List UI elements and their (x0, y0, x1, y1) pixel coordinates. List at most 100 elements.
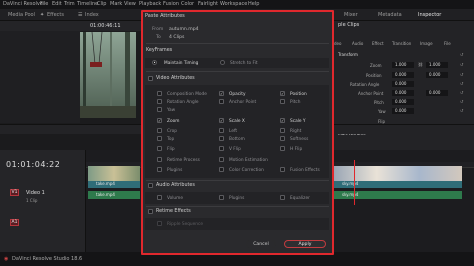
tab-video[interactable]: deo (334, 41, 341, 46)
menu-mark[interactable]: Mark (110, 0, 122, 9)
ripple-sequence-checkbox[interactable] (157, 221, 162, 226)
v-flip-checkbox[interactable] (219, 146, 224, 151)
composition-mode-checkbox[interactable] (157, 91, 162, 96)
tab-image[interactable]: Image (420, 41, 433, 46)
tab-audio[interactable]: Audio (352, 41, 363, 46)
audio-attributes-checkbox[interactable] (148, 183, 153, 188)
equalizer-checkbox[interactable] (280, 195, 285, 200)
apply-button[interactable]: Apply (284, 240, 326, 248)
yaw-checkbox[interactable] (157, 107, 162, 112)
link-icon[interactable]: ⛓ (418, 62, 423, 67)
menu-edit[interactable]: Edit (52, 0, 62, 9)
retime-process-checkbox[interactable] (157, 157, 162, 162)
zoom-checkbox[interactable]: ✓ (157, 118, 162, 123)
flip-checkbox[interactable] (157, 146, 162, 151)
softness-checkbox[interactable] (280, 136, 285, 141)
volume-checkbox[interactable] (157, 195, 162, 200)
stretch-to-fit-label: Stretch to Fit (230, 61, 258, 66)
composition-mode-label: Composition Mode (167, 92, 207, 97)
audio-plugins-checkbox[interactable] (219, 195, 224, 200)
media-pool-button[interactable]: Media Pool (8, 9, 35, 21)
playhead[interactable] (354, 160, 355, 205)
crop-checkbox[interactable] (157, 128, 162, 133)
stretch-to-fit-radio[interactable] (220, 60, 225, 65)
reset-rotation-icon[interactable]: ↺ (460, 81, 463, 86)
menu-bar: DaVinci Resolve File Edit Trim Timeline … (0, 0, 474, 9)
index-button[interactable]: Index (85, 9, 99, 21)
reset-pitch-icon[interactable]: ↺ (460, 99, 463, 104)
opacity-checkbox[interactable]: ✓ (219, 91, 224, 96)
color-correction-checkbox[interactable] (219, 167, 224, 172)
anchor-point-label: Anchor Point (229, 100, 257, 105)
menu-workspace[interactable]: Workspace (220, 0, 247, 9)
audio-clip-left[interactable]: take.mp4 (88, 191, 140, 199)
dialog-title: Paste Attributes (145, 13, 185, 19)
clip-thumbnail (88, 166, 140, 181)
rotation-label: Rotation Angle (350, 82, 380, 87)
inspector-button[interactable]: Inspector (418, 9, 441, 21)
h-flip-checkbox[interactable] (280, 146, 285, 151)
right-checkbox[interactable] (280, 128, 285, 133)
zoom-x-field[interactable]: 1.000 (392, 62, 414, 68)
metadata-button[interactable]: Metadata (378, 9, 402, 21)
rotation-angle-checkbox[interactable] (157, 99, 162, 104)
reset-zoom-icon[interactable]: ↺ (460, 62, 463, 67)
video-clip-left[interactable]: take.mp4 (88, 166, 140, 188)
reset-position-icon[interactable]: ↺ (460, 72, 463, 77)
viewer-frame-image (80, 32, 136, 118)
tab-file[interactable]: File (444, 41, 451, 46)
effects-button[interactable]: Effects (47, 9, 64, 21)
reset-yaw-icon[interactable]: ↺ (460, 108, 463, 113)
pitch-checkbox[interactable] (280, 99, 285, 104)
motion-estimation-checkbox[interactable] (219, 157, 224, 162)
bottom-checkbox[interactable] (219, 136, 224, 141)
from-label: From (152, 27, 164, 32)
scale-x-label: Scale X (229, 119, 245, 124)
video-viewer[interactable] (80, 32, 136, 118)
position-y-field[interactable]: 0.000 (426, 72, 448, 78)
menu-color[interactable]: Color (181, 0, 194, 9)
left-checkbox[interactable] (219, 128, 224, 133)
reset-anchor-icon[interactable]: ↺ (460, 90, 463, 95)
yaw-field[interactable]: 0.000 (392, 108, 414, 114)
transform-section[interactable]: Transform (338, 52, 358, 57)
menu-help[interactable]: Help (248, 0, 259, 9)
anchor-y-field[interactable]: 0.000 (426, 90, 448, 96)
tab-transition[interactable]: Transition (392, 41, 411, 46)
menu-app[interactable]: DaVinci Resolve (3, 0, 43, 9)
menu-trim[interactable]: Trim (64, 0, 75, 9)
video-attributes-checkbox[interactable] (148, 76, 153, 81)
position-x-field[interactable]: 0.000 (392, 72, 414, 78)
scale-x-checkbox[interactable]: ✓ (219, 118, 224, 123)
bottom-label: Bottom (229, 137, 245, 142)
reset-icon[interactable]: ↺ (460, 52, 463, 57)
audio-track-badge[interactable]: A1 (10, 219, 19, 226)
plugins-checkbox[interactable] (157, 167, 162, 172)
fusion-effects-checkbox[interactable] (280, 167, 285, 172)
retime-effects-checkbox[interactable] (148, 209, 153, 214)
video-track-badge[interactable]: V1 (10, 189, 19, 196)
position-checkbox[interactable]: ✓ (280, 91, 285, 96)
cancel-button[interactable]: Cancel (246, 240, 276, 248)
top-checkbox[interactable] (157, 136, 162, 141)
divider (146, 180, 329, 181)
v-flip-label: V Flip (229, 147, 241, 152)
crop-label: Crop (167, 129, 178, 134)
menu-fusion[interactable]: Fusion (163, 0, 179, 9)
menu-clip[interactable]: Clip (97, 0, 106, 9)
pitch-field[interactable]: 0.000 (392, 99, 414, 105)
maintain-timing-radio[interactable]: • (152, 60, 157, 65)
menu-fairlight[interactable]: Fairlight (198, 0, 218, 9)
rotation-field[interactable]: 0.000 (392, 81, 414, 87)
menu-timeline[interactable]: Timeline (77, 0, 98, 9)
video-attributes-heading: Video Attributes (156, 76, 195, 81)
anchor-point-checkbox[interactable] (219, 99, 224, 104)
anchor-x-field[interactable]: 0.000 (392, 90, 414, 96)
menu-playback[interactable]: Playback (139, 0, 161, 9)
zoom-y-field[interactable]: 1.000 (426, 62, 448, 68)
tab-effect[interactable]: Effect (372, 41, 384, 46)
menu-file[interactable]: File (40, 0, 48, 9)
scale-y-checkbox[interactable]: ✓ (280, 118, 285, 123)
mixer-button[interactable]: Mixer (344, 9, 358, 21)
menu-view[interactable]: View (124, 0, 136, 9)
